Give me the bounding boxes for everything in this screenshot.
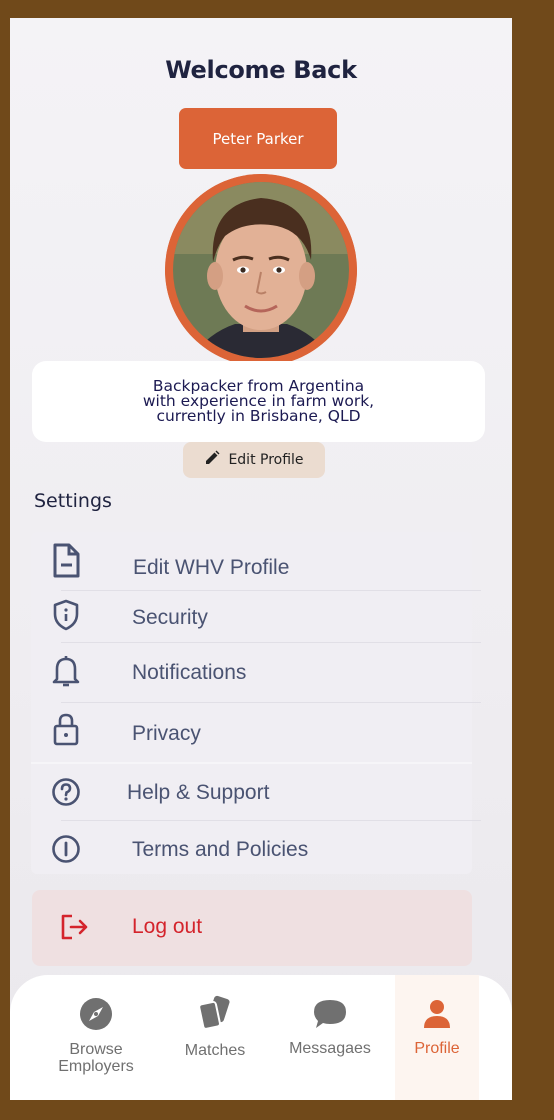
logout-button[interactable]: Log out <box>32 890 472 966</box>
profile-name: Peter Parker <box>212 129 304 148</box>
bell-icon <box>51 656 81 687</box>
document-icon <box>51 543 81 578</box>
tab-label: Browse Employers <box>58 1041 134 1075</box>
lock-icon <box>51 713 81 746</box>
settings-item-label: Notifications <box>132 661 247 684</box>
divider <box>61 820 481 821</box>
tab-label: Profile <box>414 1040 460 1057</box>
settings-item-label: Privacy <box>132 722 201 745</box>
tab-label: Messagaes <box>289 1040 371 1057</box>
logout-label: Log out <box>132 915 203 938</box>
tab-profile[interactable]: Profile <box>395 975 479 1100</box>
settings-item-label: Edit WHV Profile <box>133 556 290 579</box>
divider <box>61 642 481 643</box>
avatar[interactable] <box>165 174 357 366</box>
compass-icon <box>79 997 113 1036</box>
profile-screen: Welcome Back Peter Parker Backpacker fro… <box>10 18 512 1100</box>
settings-item-terms-policies[interactable]: Terms and Policies <box>31 822 472 874</box>
info-icon <box>51 834 81 864</box>
divider <box>61 702 481 703</box>
bio-text: Backpacker from Argentina with experienc… <box>142 377 375 425</box>
shield-icon <box>51 599 81 631</box>
logout-icon <box>60 914 90 945</box>
settings-item-security[interactable]: Security <box>31 592 472 644</box>
chat-icon <box>312 997 348 1036</box>
settings-item-label: Security <box>132 606 208 629</box>
help-icon <box>51 777 81 807</box>
tab-messages[interactable]: Messagaes <box>278 975 382 1100</box>
settings-item-notifications[interactable]: Notifications <box>31 644 472 702</box>
edit-profile-button[interactable]: Edit Profile <box>183 442 325 478</box>
person-icon <box>422 999 452 1034</box>
settings-item-label: Terms and Policies <box>132 838 309 861</box>
tab-matches[interactable]: Matches <box>160 975 270 1100</box>
settings-item-edit-whv-profile[interactable]: Edit WHV Profile <box>31 540 472 600</box>
tab-label: Matches <box>184 1042 246 1059</box>
settings-item-privacy[interactable]: Privacy <box>31 704 472 762</box>
pencil-icon <box>204 450 220 470</box>
settings-heading: Settings <box>34 490 112 512</box>
edit-profile-label: Edit Profile <box>228 452 304 468</box>
bio-card: Backpacker from Argentina with experienc… <box>32 361 485 442</box>
divider <box>61 590 481 591</box>
bottom-nav: Browse Employers Matches Messagaes Profi… <box>10 975 512 1100</box>
profile-name-badge: Peter Parker <box>179 108 337 169</box>
settings-item-label: Help & Support <box>127 781 270 804</box>
cards-icon <box>195 995 235 1036</box>
tab-browse-employers[interactable]: Browse Employers <box>40 975 152 1100</box>
settings-item-help-support[interactable]: Help & Support <box>31 764 472 820</box>
page-title: Welcome Back <box>165 56 357 84</box>
